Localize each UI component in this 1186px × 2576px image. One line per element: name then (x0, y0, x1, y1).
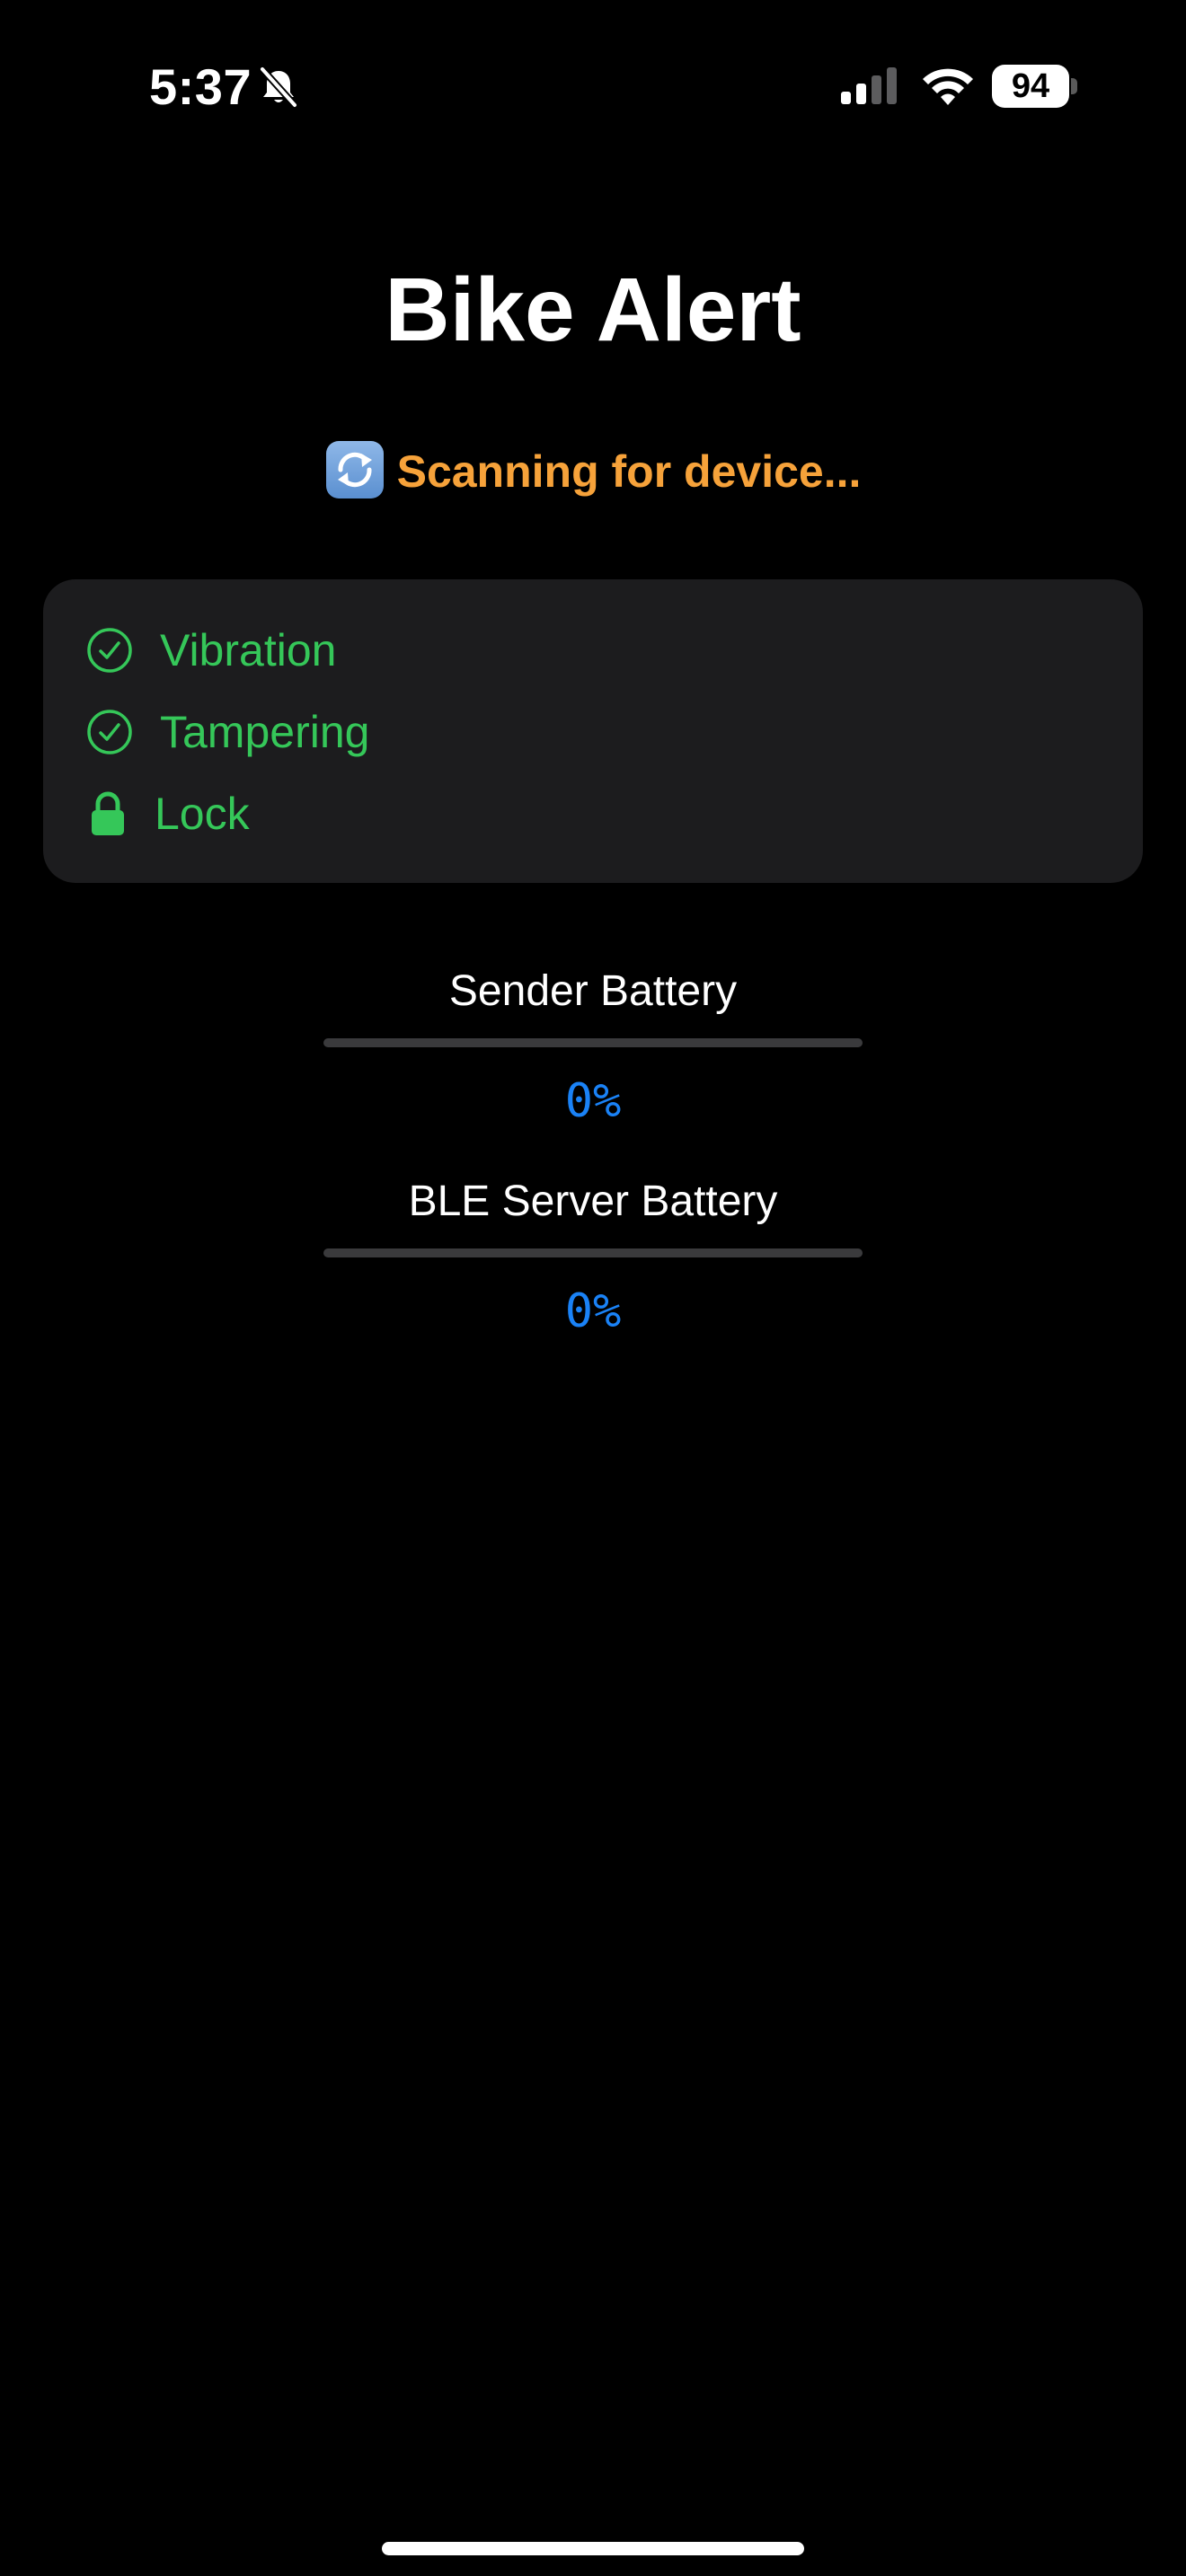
battery-label: BLE Server Battery (408, 1178, 778, 1225)
battery-label: Sender Battery (448, 967, 738, 1015)
battery-percent: 0% (564, 1074, 622, 1128)
bell-slash-icon (259, 66, 298, 109)
alert-row-vibration: Vibration (86, 619, 336, 682)
battery-progress-bar (323, 1248, 863, 1257)
status-bar: 5:37 94 (0, 0, 1186, 171)
battery-icon: 94 (992, 65, 1078, 108)
alert-label: Vibration (160, 625, 337, 675)
scan-status-text: Scanning for device... (396, 446, 862, 497)
lock-icon (92, 791, 124, 835)
battery-progress-bar (323, 1038, 863, 1047)
page-title: Bike Alert (385, 260, 801, 360)
alert-label: Tampering (160, 707, 370, 757)
alerts-card: Vibration Tampering Lock (43, 579, 1143, 883)
alert-row-tampering: Tampering (86, 701, 369, 763)
sync-icon (325, 441, 384, 498)
scan-status: Scanning for device... (0, 438, 1186, 505)
cellular-signal-icon (841, 67, 897, 104)
battery-cap (1071, 78, 1077, 94)
battery-percent: 0% (564, 1284, 622, 1338)
alert-label: Lock (155, 789, 250, 839)
sender-battery-section: Sender Battery 0% (0, 963, 1186, 1130)
checkmark-circle-icon (87, 710, 132, 754)
alert-row-lock: Lock (86, 782, 250, 845)
status-time: 5:37 (149, 58, 252, 115)
wifi-icon (923, 68, 973, 105)
battery-level-text: 94 (1011, 67, 1050, 105)
ble-server-battery-section: BLE Server Battery 0% (0, 1173, 1186, 1340)
home-indicator[interactable] (382, 2542, 804, 2555)
checkmark-circle-icon (87, 628, 132, 673)
